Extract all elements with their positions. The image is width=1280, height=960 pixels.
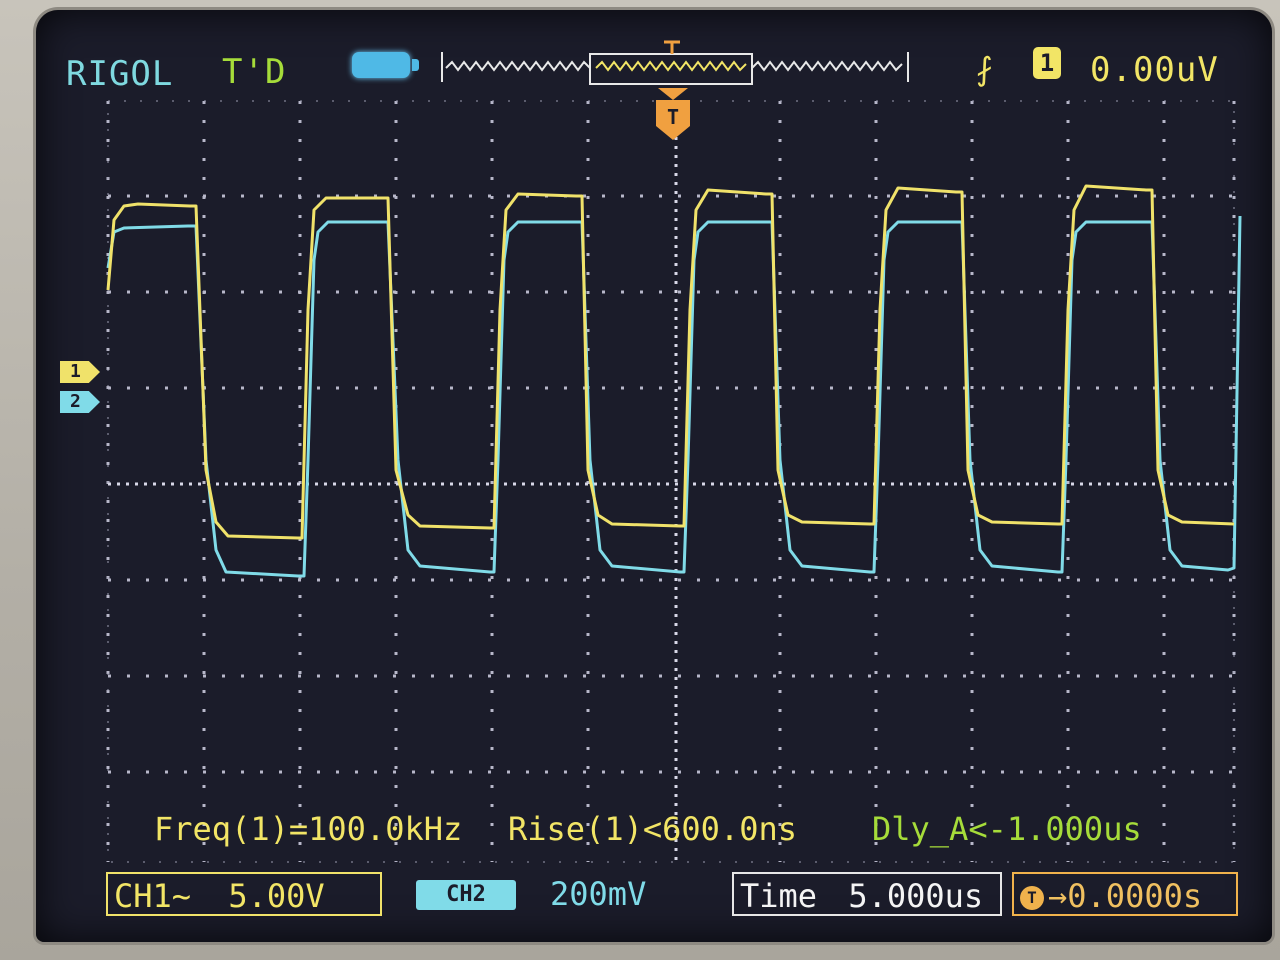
trigger-offset-icon: T bbox=[1020, 886, 1044, 910]
trigger-marker-label: T bbox=[667, 105, 679, 129]
oscilloscope-screen: RIGOL T'D ⨏ 1 0.00uV 1 2 T Freq(1)=100.0… bbox=[36, 10, 1272, 942]
ch1-scale: 5.00V bbox=[228, 877, 325, 915]
trigger-position-marker[interactable]: T bbox=[652, 88, 694, 148]
ch2-label[interactable]: CH2 bbox=[416, 880, 516, 910]
timebase-status[interactable]: Time 5.000us bbox=[732, 872, 1002, 916]
trigger-offset: →0.0000s bbox=[1048, 877, 1203, 915]
measurement-rise-time: Rise(1)<600.0ns bbox=[508, 810, 797, 848]
measurement-frequency: Freq(1)=100.0kHz bbox=[154, 810, 463, 848]
time-label: Time bbox=[740, 877, 818, 915]
waveform-display bbox=[106, 100, 1242, 863]
ch1-status[interactable]: CH1~ 5.00V bbox=[106, 872, 382, 916]
ch1-label: CH1~ bbox=[114, 877, 192, 915]
status-bar: CH1~ 5.00V CH2 200mV Time 5.000us T →0.00… bbox=[106, 872, 1246, 920]
time-scale: 5.000us bbox=[848, 877, 984, 915]
ch2-scale: 200mV bbox=[550, 875, 647, 913]
measurement-delay: Dly_A<-1.000us bbox=[872, 810, 1142, 848]
trigger-offset-status[interactable]: T →0.0000s bbox=[1012, 872, 1238, 916]
